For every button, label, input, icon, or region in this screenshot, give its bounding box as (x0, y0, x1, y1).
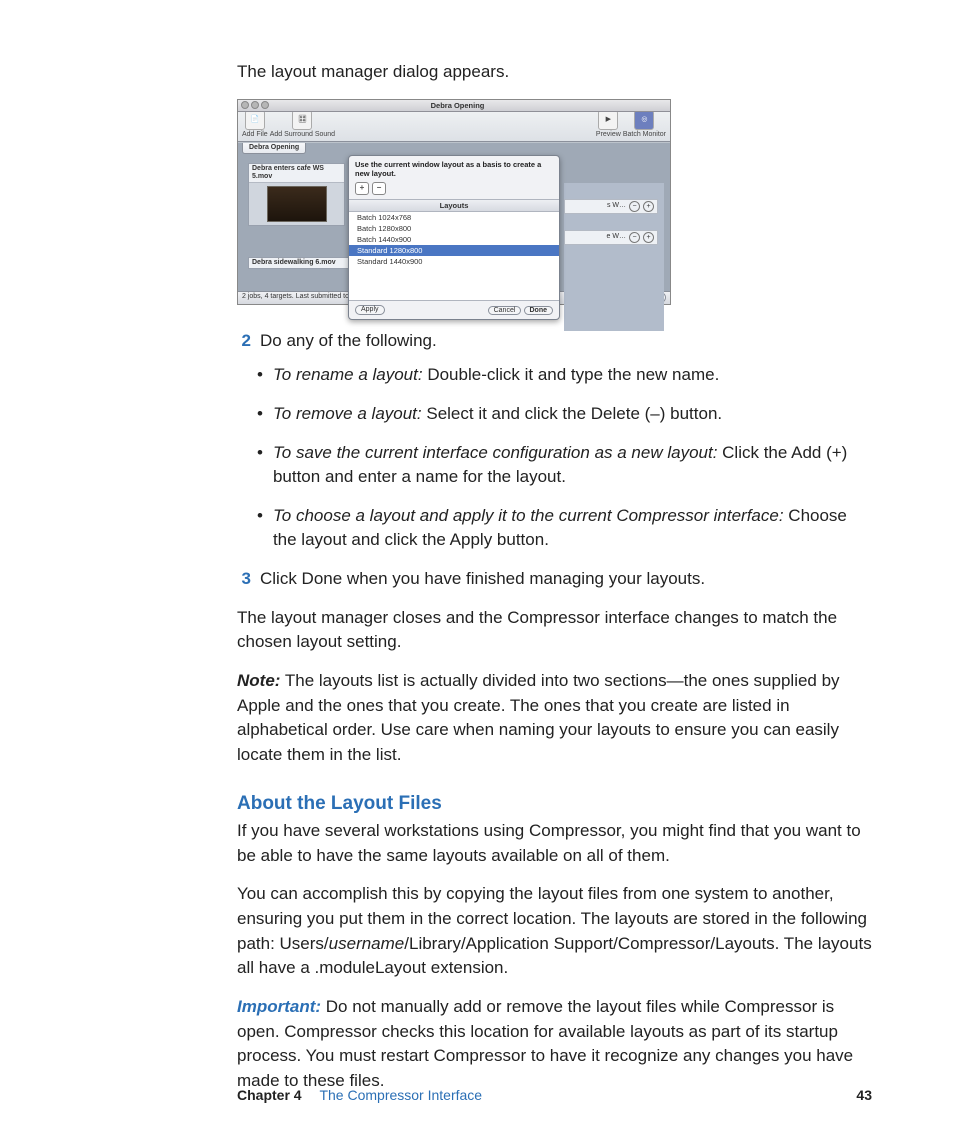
after-step-3-text: The layout manager closes and the Compre… (237, 606, 872, 655)
traffic-lights (241, 101, 269, 109)
layouts-list-header: Layouts (349, 199, 559, 212)
step-2-text: Do any of the following. (260, 329, 437, 354)
footer-page-number: 43 (856, 1085, 872, 1105)
close-icon (241, 101, 249, 109)
layout-manager-popup: Use the current window layout as a basis… (348, 155, 560, 320)
file-icon: 📄 (245, 110, 265, 130)
bullet-marker: • (257, 504, 263, 529)
bullet-item: • To choose a layout and apply it to the … (257, 504, 872, 553)
bullet-marker: • (257, 402, 263, 427)
step-2: 2 Do any of the following. (237, 329, 872, 354)
bullet-item: • To save the current interface configura… (257, 441, 872, 490)
step-3-number: 3 (237, 567, 251, 592)
batch-workarea: Debra Opening Debra enters cafe WS 5.mov… (238, 142, 670, 291)
step-3-text: Click Done when you have finished managi… (260, 567, 705, 592)
batch-monitor-button[interactable]: ◎ Batch Monitor (623, 110, 666, 139)
batch-tab[interactable]: Debra Opening (242, 143, 306, 154)
bullet-rest: Select it and click the Delete (–) butto… (422, 404, 723, 423)
add-surround-label: Add Surround Sound (270, 131, 335, 139)
note-label: Note: (237, 671, 280, 690)
job-card-1[interactable]: Debra enters cafe WS 5.mov (248, 163, 345, 227)
bullet-marker: • (257, 363, 263, 388)
plus-icon[interactable]: + (643, 232, 654, 243)
note-body: The layouts list is actually divided int… (237, 671, 840, 764)
apply-button[interactable]: Apply (355, 305, 385, 315)
zoom-icon (261, 101, 269, 109)
path-username-var: username (329, 934, 405, 953)
layout-list-item[interactable]: Standard 1440x900 (349, 256, 559, 267)
batch-monitor-label: Batch Monitor (623, 131, 666, 139)
popup-message: Use the current window layout as a basis… (349, 156, 559, 182)
add-file-label: Add File (242, 131, 268, 139)
target-row-2[interactable]: e W… − + (564, 230, 658, 245)
toolbar: 📄 Add File 🎛 Add Surround Sound ▶ Previe… (238, 112, 670, 142)
job-card-2[interactable]: Debra sidewalking 6.mov (248, 257, 351, 269)
page-footer: Chapter 4 The Compressor Interface 43 (237, 1085, 872, 1105)
minus-icon[interactable]: − (629, 201, 640, 212)
layout-manager-screenshot: Debra Opening 📄 Add File 🎛 Add Surround … (237, 99, 671, 305)
layout-list-item[interactable]: Standard 1280x800 (349, 245, 559, 256)
bullet-lead: To remove a layout: (273, 404, 422, 423)
job-1-thumbnail (267, 186, 327, 222)
bullet-body: To rename a layout: Double-click it and … (273, 363, 719, 388)
target-panel: s W… − + e W… − + (564, 183, 664, 331)
footer-chapter: Chapter 4 (237, 1087, 302, 1103)
bullet-rest: Double-click it and type the new name. (423, 365, 720, 384)
important-body: Do not manually add or remove the layout… (237, 997, 853, 1090)
batch-monitor-icon: ◎ (634, 110, 654, 130)
window-titlebar: Debra Opening (238, 100, 670, 112)
target-1-label: s W… (607, 202, 626, 210)
layout-list-item[interactable]: Batch 1440x900 (349, 234, 559, 245)
surround-icon: 🎛 (292, 110, 312, 130)
section-heading: About the Layout Files (237, 790, 872, 818)
cancel-button[interactable]: Cancel (488, 306, 522, 315)
add-surround-button[interactable]: 🎛 Add Surround Sound (270, 110, 335, 139)
step-2-number: 2 (237, 329, 251, 354)
plus-icon[interactable]: + (643, 201, 654, 212)
intro-text: The layout manager dialog appears. (237, 60, 872, 85)
bullet-lead: To rename a layout: (273, 365, 423, 384)
bullet-marker: • (257, 441, 263, 466)
layout-list-item[interactable]: Batch 1024x768 (349, 212, 559, 223)
bullet-body: To save the current interface configurat… (273, 441, 872, 490)
done-button[interactable]: Done (524, 306, 554, 315)
preview-label: Preview (596, 131, 621, 139)
layout-list-item[interactable]: Batch 1280x800 (349, 223, 559, 234)
important-label: Important: (237, 997, 321, 1016)
preview-button[interactable]: ▶ Preview (596, 110, 621, 139)
job-1-title: Debra enters cafe WS 5.mov (249, 164, 344, 184)
step-3: 3 Click Done when you have finished mana… (237, 567, 872, 592)
target-row-1[interactable]: s W… − + (564, 199, 658, 214)
layout-files-p1: If you have several workstations using C… (237, 819, 872, 868)
window-title: Debra Opening (269, 101, 646, 110)
target-2-label: e W… (607, 233, 626, 241)
bullet-item: • To remove a layout: Select it and click… (257, 402, 872, 427)
bullet-lead: To choose a layout and apply it to the c… (273, 506, 784, 525)
bullet-lead: To save the current interface configurat… (273, 443, 717, 462)
bullet-body: To remove a layout: Select it and click … (273, 402, 722, 427)
layout-files-path: You can accomplish this by copying the l… (237, 882, 872, 981)
important-paragraph: Important: Do not manually add or remove… (237, 995, 872, 1094)
add-layout-button[interactable]: + (355, 182, 369, 195)
minus-icon[interactable]: − (629, 232, 640, 243)
play-icon: ▶ (598, 110, 618, 130)
layouts-list[interactable]: Batch 1024x768Batch 1280x800Batch 1440x9… (349, 212, 559, 301)
minimize-icon (251, 101, 259, 109)
bullet-item: • To rename a layout: Double-click it and… (257, 363, 872, 388)
footer-chapter-title: The Compressor Interface (319, 1087, 482, 1103)
add-file-button[interactable]: 📄 Add File (242, 110, 268, 139)
note-paragraph: Note: The layouts list is actually divid… (237, 669, 872, 768)
bullet-body: To choose a layout and apply it to the c… (273, 504, 872, 553)
remove-layout-button[interactable]: − (372, 182, 386, 195)
